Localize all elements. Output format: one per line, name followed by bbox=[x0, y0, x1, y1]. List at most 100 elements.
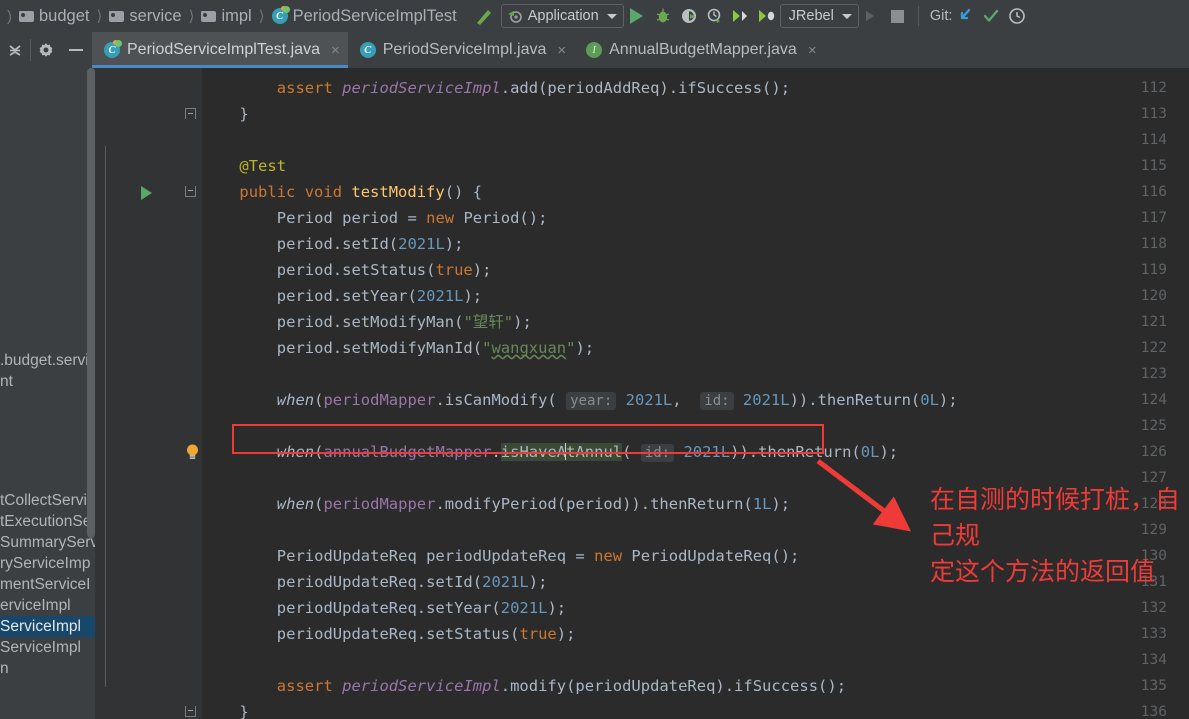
code-token: ); bbox=[513, 313, 532, 331]
code-fold-marker[interactable] bbox=[185, 706, 196, 717]
project-item[interactable]: mentServiceI bbox=[0, 574, 95, 595]
tab-annual-budget-mapper[interactable]: I AnnualBudgetMapper.java × bbox=[574, 32, 824, 68]
run-config-label: Application bbox=[527, 8, 599, 24]
project-item[interactable]: SummaryServ bbox=[0, 532, 95, 553]
code-line[interactable]: PeriodUpdateReq periodUpdateReq = new Pe… bbox=[277, 543, 800, 569]
project-item[interactable]: ServiceImpl bbox=[0, 616, 95, 637]
project-item[interactable]: erviceImpl bbox=[0, 595, 95, 616]
code-line[interactable]: Period period = new Period(); bbox=[277, 205, 548, 231]
debug-button[interactable] bbox=[650, 3, 676, 29]
code-line[interactable]: assert periodServiceImpl.add(periodAddRe… bbox=[277, 75, 790, 101]
project-item[interactable]: n bbox=[0, 658, 95, 679]
code-token: ); bbox=[771, 495, 791, 513]
code-token: 2021L bbox=[625, 391, 673, 409]
code-token: "望轩" bbox=[463, 313, 514, 331]
code-line[interactable]: periodUpdateReq.setYear(2021L); bbox=[277, 595, 566, 621]
run-with-coverage-button[interactable] bbox=[676, 3, 702, 29]
code-editor[interactable]: 112 113 114 115 116 117 118 119 120 121 122 123 124 1… bbox=[95, 68, 1189, 719]
attach-profiler-button[interactable] bbox=[859, 3, 885, 29]
code-line[interactable]: periodUpdateReq.setStatus(true); bbox=[277, 621, 576, 647]
code-line[interactable]: when(periodMapper.modifyPeriod(period)).… bbox=[277, 491, 790, 517]
breadcrumb-item-impl[interactable]: impl bbox=[199, 0, 253, 32]
code-line[interactable]: period.setId(2021L); bbox=[277, 231, 464, 257]
editor-gutter[interactable] bbox=[95, 68, 180, 719]
code-line[interactable]: periodUpdateReq.setId(2021L); bbox=[277, 569, 548, 595]
project-item[interactable]: .budget.servi bbox=[0, 350, 95, 371]
breadcrumb-item-budget[interactable]: budget bbox=[17, 0, 91, 32]
code-token: .add(periodAddReq).ifSuccess(); bbox=[500, 79, 791, 97]
code-token: periodUpdateReq.setYear( bbox=[276, 599, 501, 617]
code-token: .isCanModify( bbox=[435, 391, 567, 409]
code-token: periodUpdateReq.setStatus( bbox=[276, 625, 520, 643]
git-update-button[interactable] bbox=[952, 3, 978, 29]
code-token: wangxuan bbox=[491, 339, 567, 357]
hide-panel-button[interactable] bbox=[61, 35, 91, 65]
code-token: ); bbox=[528, 573, 548, 591]
close-icon[interactable]: × bbox=[331, 43, 340, 58]
jrebel-debug-button[interactable] bbox=[754, 3, 780, 29]
code-line[interactable]: @Test bbox=[239, 153, 286, 179]
project-panel[interactable]: .budget.servi nt tCollectServic tExecutionS… bbox=[0, 68, 95, 719]
code-token: 2021L bbox=[500, 599, 548, 617]
code-line[interactable]: public void testModify() { bbox=[239, 179, 482, 205]
commit-checkmark-icon bbox=[984, 9, 999, 22]
hammer-icon[interactable] bbox=[473, 5, 495, 27]
profile-button[interactable] bbox=[702, 3, 728, 29]
code-token: ); bbox=[879, 443, 899, 461]
code-line[interactable]: period.setModifyMan("望轩"); bbox=[277, 309, 532, 335]
code-fold-marker[interactable] bbox=[185, 108, 196, 119]
code-line[interactable]: } bbox=[239, 101, 248, 127]
code-token: Period(); bbox=[463, 209, 548, 227]
tab-period-service-impl-test[interactable]: C PeriodServiceImplTest.java × bbox=[92, 32, 348, 68]
code-line[interactable]: period.setStatus(true); bbox=[277, 257, 492, 283]
project-item[interactable]: ryServiceImp bbox=[0, 553, 95, 574]
project-item[interactable]: nt bbox=[0, 371, 95, 392]
code-line[interactable]: } bbox=[239, 699, 248, 719]
intention-bulb-icon[interactable] bbox=[185, 443, 200, 461]
code-fold-marker[interactable] bbox=[185, 186, 196, 197]
code-line[interactable]: period.setYear(2021L); bbox=[277, 283, 482, 309]
tab-period-service-impl[interactable]: C PeriodServiceImpl.java × bbox=[348, 32, 574, 68]
project-scrollbar[interactable] bbox=[87, 68, 95, 538]
code-text-area[interactable]: assert periodServiceImpl.add(periodAddRe… bbox=[202, 68, 1189, 719]
code-folding-strip[interactable] bbox=[180, 68, 202, 719]
code-line[interactable]: period.setModifyManId("wangxuan"); bbox=[277, 335, 594, 361]
fold-guide-line bbox=[105, 146, 106, 687]
breadcrumb-label: budget bbox=[39, 6, 90, 25]
breadcrumb-label: service bbox=[129, 6, 182, 25]
panel-settings-button[interactable] bbox=[31, 35, 61, 65]
run-test-gutter-icon[interactable] bbox=[141, 186, 152, 200]
code-token: void bbox=[304, 183, 352, 201]
project-item[interactable]: ServiceImpl bbox=[0, 637, 95, 658]
breadcrumb-item-service[interactable]: service bbox=[107, 0, 183, 32]
code-line[interactable]: when(periodMapper.isCanModify( year: 202… bbox=[277, 387, 958, 413]
code-token: new bbox=[594, 547, 632, 565]
code-line[interactable]: when(annualBudgetMapper.isHaveAtAnnul( i… bbox=[277, 439, 898, 465]
breadcrumb-item-class[interactable]: C PeriodServiceImplTest bbox=[270, 0, 459, 32]
code-line[interactable]: assert periodServiceImpl.modify(periodUp… bbox=[277, 673, 846, 699]
code-token: year: bbox=[566, 392, 617, 410]
code-token: isHaveA bbox=[500, 443, 567, 461]
project-item[interactable]: tCollectServic bbox=[0, 490, 95, 511]
run-configuration-selector[interactable]: Application bbox=[500, 4, 624, 28]
code-token: } bbox=[239, 703, 249, 719]
stop-button[interactable] bbox=[885, 3, 911, 29]
code-token: 1L bbox=[752, 495, 772, 513]
git-history-button[interactable] bbox=[1004, 3, 1030, 29]
git-commit-button[interactable] bbox=[978, 3, 1004, 29]
run-button[interactable] bbox=[624, 3, 650, 29]
chevron-down-icon bbox=[841, 13, 852, 19]
jrebel-selector[interactable]: JRebel bbox=[779, 4, 859, 28]
jrebel-run-button[interactable] bbox=[728, 3, 754, 29]
code-token: 2021L bbox=[398, 235, 445, 253]
code-token: period.setYear( bbox=[276, 287, 417, 305]
code-token: ); bbox=[938, 391, 958, 409]
close-icon[interactable]: × bbox=[808, 43, 817, 58]
close-icon[interactable]: × bbox=[557, 43, 566, 58]
project-item[interactable]: tExecutionSer bbox=[0, 511, 95, 532]
code-token: Period period = bbox=[276, 209, 427, 227]
code-token: tAnnul bbox=[566, 443, 623, 461]
code-token: 2021L bbox=[416, 287, 464, 305]
code-token: when bbox=[276, 391, 315, 409]
collapse-all-button[interactable] bbox=[0, 35, 30, 65]
